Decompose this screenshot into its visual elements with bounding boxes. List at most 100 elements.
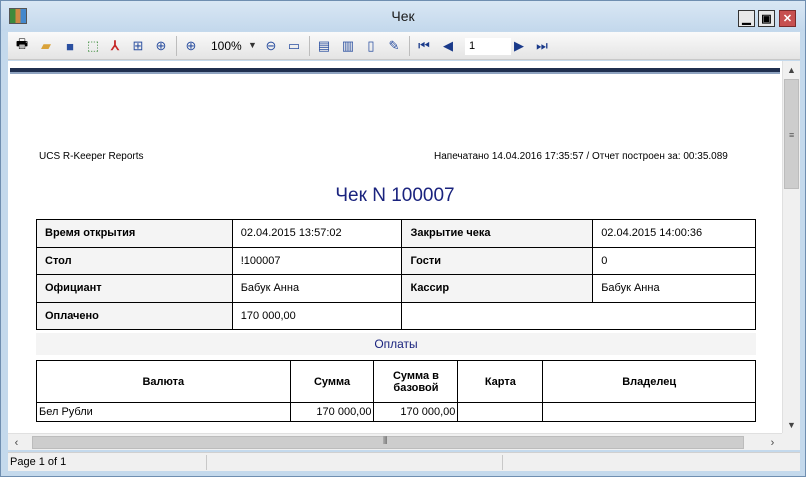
maximize-button[interactable]: ▣ — [758, 10, 775, 27]
window-title: Чек — [391, 8, 415, 24]
single-page-button[interactable]: ▤ — [315, 37, 333, 55]
column-header-currency: Валюта — [36, 360, 291, 403]
open-time-label: Время открытия — [36, 219, 233, 248]
waiter-value: Бабук Анна — [231, 274, 403, 303]
single-page-icon: ▤ — [317, 38, 331, 53]
cashier-label: Кассир — [401, 274, 594, 303]
report-viewport[interactable]: UCS R-Keeper Reports Напечатано 14.04.20… — [8, 61, 782, 433]
first-page-icon: ⏮ — [418, 38, 430, 53]
minimize-icon: ▁ — [742, 13, 751, 25]
page-number-input[interactable]: 1 — [465, 38, 511, 55]
grip-icon: ⦀ — [383, 436, 388, 447]
open-time-value: 02.04.2015 13:57:02 — [231, 219, 403, 248]
grip-icon: ≡ — [789, 130, 795, 140]
close-button[interactable]: ✕ — [779, 10, 796, 27]
payment-owner — [542, 402, 756, 422]
print-timestamp: Напечатано 14.04.2016 17:35:57 / Отчет п… — [434, 151, 728, 162]
export-icon: ⬚ — [86, 38, 100, 53]
maximize-icon: ▣ — [761, 13, 772, 25]
minimize-button[interactable]: ▁ — [738, 10, 755, 27]
edit-button[interactable]: ✎ — [385, 37, 403, 55]
open-button[interactable]: ▰ — [37, 37, 55, 55]
prev-page-button[interactable]: ◀ — [439, 37, 457, 55]
table-row: Время открытия 02.04.2015 13:57:02 Закры… — [36, 219, 756, 248]
table-row: Официант Бабук Анна Кассир Бабук Анна — [36, 274, 756, 303]
save-button[interactable]: ■ — [61, 37, 79, 55]
chevron-down-icon: ▼ — [787, 419, 796, 430]
table-row: Стол !100007 Гости 0 — [36, 246, 756, 275]
scroll-down-button[interactable]: ▼ — [783, 416, 800, 433]
chevron-right-icon: › — [770, 436, 775, 449]
book-icon: ▯ — [367, 38, 375, 53]
waiter-label: Официант — [36, 274, 233, 303]
two-page-icon: ▥ — [341, 38, 355, 53]
table-header-row: Валюта Сумма Сумма в базовой Карта Владе… — [36, 360, 756, 403]
status-bar: Page 1 of 1 — [8, 452, 800, 471]
find-button[interactable]: ⊕ — [152, 37, 170, 55]
cashier-value: Бабук Анна — [592, 274, 756, 303]
last-page-icon: ⏭ — [536, 38, 548, 53]
horizontal-scroll-thumb[interactable]: ⦀ — [32, 436, 744, 449]
close-time-label: Закрытие чека — [401, 219, 594, 248]
guests-label: Гости — [401, 246, 594, 275]
fit-page-button[interactable]: ▭ — [285, 37, 303, 55]
send-icon: ⊞ — [132, 38, 144, 53]
paid-label: Оплачено — [36, 301, 233, 330]
title-bar[interactable]: Чек ▁ ▣ ✕ — [1, 1, 805, 31]
page-status: Page 1 of 1 — [10, 456, 67, 468]
first-page-button[interactable]: ⏮ — [415, 37, 433, 55]
table-label: Стол — [36, 246, 233, 275]
horizontal-scrollbar[interactable]: ‹ ⦀ › — [8, 433, 782, 450]
payment-currency: Бел Рубли — [36, 402, 291, 422]
payment-amount: 170 000,00 — [289, 402, 375, 422]
table-value: !100007 — [231, 246, 403, 275]
report-source: UCS R-Keeper Reports — [39, 151, 144, 162]
report-window: Чек ▁ ▣ ✕ 🖶 ▰ ■ ⬚ ⅄ ⊞ ⊕ ⊕ 100% ▼ ⊖ ▭ ▤ ▥… — [0, 0, 806, 477]
empty-cell — [401, 301, 756, 330]
zoom-in-button[interactable]: ⊕ — [182, 37, 200, 55]
column-header-card: Карта — [457, 360, 544, 403]
zoom-out-button[interactable]: ⊖ — [262, 37, 280, 55]
column-header-base-amount: Сумма в базовой — [373, 360, 459, 403]
fit-page-icon: ▭ — [287, 38, 301, 53]
vertical-scrollbar[interactable]: ▲ ≡ ▼ — [782, 61, 800, 433]
scroll-left-button[interactable]: ‹ — [8, 434, 25, 451]
save-icon: ■ — [66, 38, 74, 54]
table-row: Оплачено 170 000,00 — [36, 301, 756, 330]
close-time-value: 02.04.2015 14:00:36 — [592, 219, 756, 248]
chevron-down-icon[interactable]: ▼ — [248, 40, 257, 50]
vertical-scroll-thumb[interactable]: ≡ — [784, 79, 799, 189]
scrollbar-corner — [782, 433, 800, 450]
zoom-select[interactable]: 100% — [211, 39, 242, 53]
two-page-button[interactable]: ▥ — [339, 37, 357, 55]
open-icon: ▰ — [41, 38, 51, 53]
print-icon: 🖶 — [15, 36, 29, 51]
column-header-owner: Владелец — [542, 360, 756, 403]
pdf-export-button[interactable]: ⅄ — [106, 37, 124, 55]
book-view-button[interactable]: ▯ — [362, 37, 380, 55]
guests-value: 0 — [592, 246, 756, 275]
zoom-out-icon: ⊖ — [265, 38, 277, 53]
next-page-button[interactable]: ▶ — [510, 37, 528, 55]
toolbar: 🖶 ▰ ■ ⬚ ⅄ ⊞ ⊕ ⊕ 100% ▼ ⊖ ▭ ▤ ▥ ▯ ✎ ⏮ ◀ 1… — [8, 32, 800, 60]
export-button[interactable]: ⬚ — [84, 37, 102, 55]
print-button[interactable]: 🖶 — [13, 36, 31, 55]
pdf-icon: ⅄ — [111, 38, 119, 53]
payments-table: Валюта Сумма Сумма в базовой Карта Владе… — [36, 360, 756, 422]
report-top-rule-light — [10, 72, 780, 74]
last-page-button[interactable]: ⏭ — [533, 37, 551, 55]
find-icon: ⊕ — [155, 38, 167, 53]
paid-value: 170 000,00 — [231, 301, 403, 330]
scroll-right-button[interactable]: › — [764, 434, 781, 451]
chevron-left-icon: ‹ — [14, 436, 19, 449]
close-icon: ✕ — [782, 13, 793, 25]
send-button[interactable]: ⊞ — [129, 37, 147, 55]
report-title: Чек N 100007 — [335, 185, 455, 206]
payments-section-title: Оплаты — [36, 333, 756, 355]
payment-card — [457, 402, 544, 422]
scroll-up-button[interactable]: ▲ — [783, 61, 800, 78]
column-header-amount: Сумма — [289, 360, 375, 403]
edit-icon: ✎ — [388, 38, 400, 53]
payment-base-amount: 170 000,00 — [373, 402, 459, 422]
zoom-in-icon: ⊕ — [185, 38, 197, 53]
